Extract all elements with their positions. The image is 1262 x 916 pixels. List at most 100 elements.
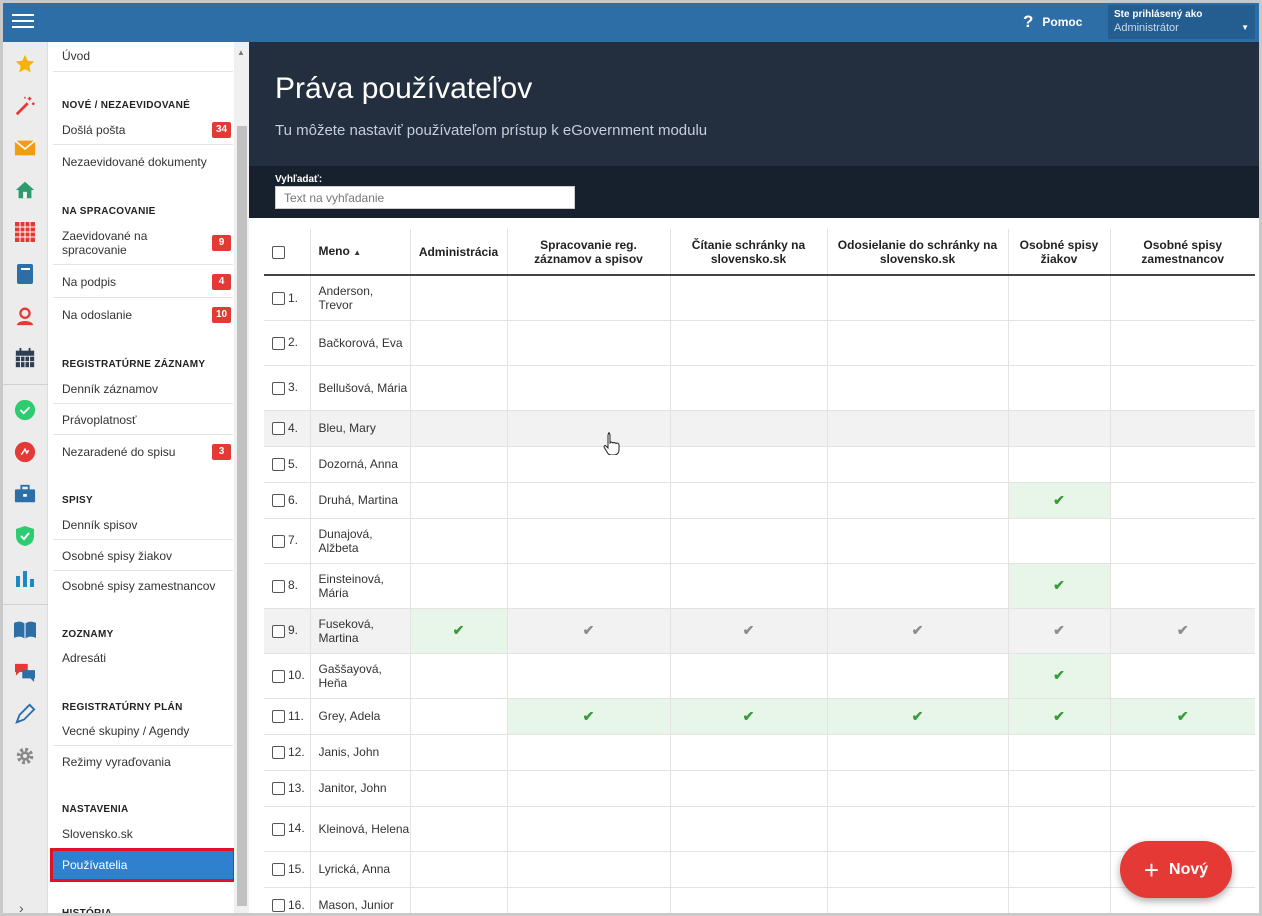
menu-item-na-odoslanie[interactable]: Na odoslanie 10 xyxy=(53,299,233,331)
menu-item-osobne-spisy-ziakov[interactable]: Osobné spisy žiakov xyxy=(53,541,233,571)
menu-item-pouzivatelia[interactable]: Používatelia xyxy=(50,848,234,882)
new-user-button[interactable]: + Nový xyxy=(1120,841,1232,898)
permission-cell[interactable] xyxy=(827,410,1009,447)
chevron-right-icon[interactable]: › xyxy=(19,900,24,913)
permission-cell[interactable]: ✔ xyxy=(1008,698,1111,735)
select-all-checkbox[interactable] xyxy=(272,245,285,259)
user-dropdown[interactable]: Ste prihlásený ako Administrátor ▼ xyxy=(1108,5,1255,39)
table-row[interactable]: 6. Druhá, Martina ✔ xyxy=(264,482,1255,519)
search-input[interactable] xyxy=(275,186,575,209)
table-row[interactable]: 16. Mason, Junior xyxy=(264,887,1255,913)
menu-item-nezaevidovane[interactable]: Nezaevidované dokumenty xyxy=(53,147,233,177)
grid-icon[interactable] xyxy=(13,220,37,244)
permission-cell[interactable]: ✔ xyxy=(507,608,671,654)
permission-cell[interactable] xyxy=(410,275,508,321)
permission-cell[interactable] xyxy=(827,275,1009,321)
permission-cell[interactable] xyxy=(1008,365,1111,411)
star-icon[interactable] xyxy=(13,52,37,76)
permission-cell[interactable] xyxy=(1110,410,1255,447)
permission-cell[interactable] xyxy=(1008,320,1111,366)
permission-cell[interactable] xyxy=(1008,851,1111,888)
permission-cell[interactable] xyxy=(507,653,671,699)
calendar-icon[interactable] xyxy=(13,346,37,370)
row-checkbox[interactable] xyxy=(272,534,285,548)
permission-cell[interactable] xyxy=(1008,410,1111,447)
pen-icon[interactable] xyxy=(13,702,37,726)
permission-cell[interactable] xyxy=(670,806,828,852)
permission-cell[interactable] xyxy=(410,770,508,807)
permission-cell[interactable] xyxy=(410,698,508,735)
permission-cell[interactable]: ✔ xyxy=(670,698,828,735)
permission-cell[interactable] xyxy=(1110,320,1255,366)
permission-cell[interactable] xyxy=(410,518,508,564)
permission-cell[interactable] xyxy=(670,275,828,321)
magic-wand-icon[interactable] xyxy=(13,94,37,118)
row-checkbox[interactable] xyxy=(272,822,285,836)
permission-cell[interactable] xyxy=(410,734,508,771)
scrollbar-thumb[interactable] xyxy=(237,126,247,906)
permission-cell[interactable] xyxy=(507,770,671,807)
table-row[interactable]: 12. Janis, John xyxy=(264,734,1255,771)
permission-cell[interactable] xyxy=(507,563,671,609)
permission-cell[interactable]: ✔ xyxy=(1008,563,1111,609)
permission-cell[interactable] xyxy=(1008,446,1111,483)
permission-cell[interactable] xyxy=(410,320,508,366)
permission-cell[interactable] xyxy=(1110,653,1255,699)
permission-cell[interactable] xyxy=(827,563,1009,609)
menu-item-dennik-zaznamov[interactable]: Denník záznamov xyxy=(53,374,233,404)
home-icon[interactable] xyxy=(13,178,37,202)
permission-cell[interactable] xyxy=(1008,275,1111,321)
briefcase-icon[interactable] xyxy=(13,482,37,506)
permission-cell[interactable] xyxy=(507,320,671,366)
chat-icon[interactable] xyxy=(13,660,37,684)
permission-cell[interactable] xyxy=(670,482,828,519)
permission-cell[interactable] xyxy=(827,734,1009,771)
table-row[interactable]: 8. Einsteinová, Mária ✔ xyxy=(264,563,1255,609)
scroll-up-icon[interactable]: ▲ xyxy=(237,48,245,57)
permission-cell[interactable] xyxy=(507,518,671,564)
menu-item-pravoplatnost[interactable]: Právoplatnosť xyxy=(53,405,233,435)
row-checkbox[interactable] xyxy=(272,336,285,350)
permission-cell[interactable]: ✔ xyxy=(507,698,671,735)
permission-cell[interactable] xyxy=(827,482,1009,519)
permission-cell[interactable]: ✔ xyxy=(827,698,1009,735)
permission-cell[interactable] xyxy=(827,887,1009,913)
hamburger-menu-icon[interactable] xyxy=(12,11,34,31)
menu-item-adresati[interactable]: Adresáti xyxy=(53,643,233,673)
permission-cell[interactable] xyxy=(507,734,671,771)
row-checkbox[interactable] xyxy=(272,291,285,305)
permission-cell[interactable] xyxy=(670,410,828,447)
table-row[interactable]: 7. Dunajová, Alžbeta xyxy=(264,518,1255,564)
red-circle-icon[interactable] xyxy=(13,440,37,464)
table-row[interactable]: 2. Bačkorová, Eva xyxy=(264,320,1255,366)
row-checkbox[interactable] xyxy=(272,782,285,796)
permission-cell[interactable] xyxy=(1008,887,1111,913)
permission-cell[interactable] xyxy=(670,770,828,807)
permission-cell[interactable] xyxy=(507,275,671,321)
permission-cell[interactable] xyxy=(410,563,508,609)
permission-cell[interactable] xyxy=(1008,518,1111,564)
permission-cell[interactable] xyxy=(670,446,828,483)
permission-cell[interactable] xyxy=(410,446,508,483)
permission-cell[interactable] xyxy=(410,482,508,519)
permission-cell[interactable]: ✔ xyxy=(1008,482,1111,519)
permission-cell[interactable]: ✔ xyxy=(410,608,508,654)
permission-cell[interactable]: ✔ xyxy=(1110,608,1255,654)
permission-cell[interactable] xyxy=(1110,770,1255,807)
permission-cell[interactable] xyxy=(670,653,828,699)
permission-cell[interactable] xyxy=(507,446,671,483)
table-row[interactable]: 5. Dozorná, Anna xyxy=(264,446,1255,483)
permission-cell[interactable]: ✔ xyxy=(827,608,1009,654)
table-row[interactable]: 1. Anderson, Trevor xyxy=(264,275,1255,321)
row-checkbox[interactable] xyxy=(272,624,285,638)
permission-cell[interactable] xyxy=(1110,734,1255,771)
permission-cell[interactable] xyxy=(1110,275,1255,321)
row-checkbox[interactable] xyxy=(272,863,285,877)
table-row[interactable]: 4. Bleu, Mary xyxy=(264,410,1255,447)
envelope-icon[interactable] xyxy=(13,136,37,160)
row-checkbox[interactable] xyxy=(272,710,285,724)
permission-cell[interactable] xyxy=(410,653,508,699)
permission-cell[interactable] xyxy=(410,851,508,888)
permission-cell[interactable] xyxy=(507,851,671,888)
row-checkbox[interactable] xyxy=(272,579,285,593)
